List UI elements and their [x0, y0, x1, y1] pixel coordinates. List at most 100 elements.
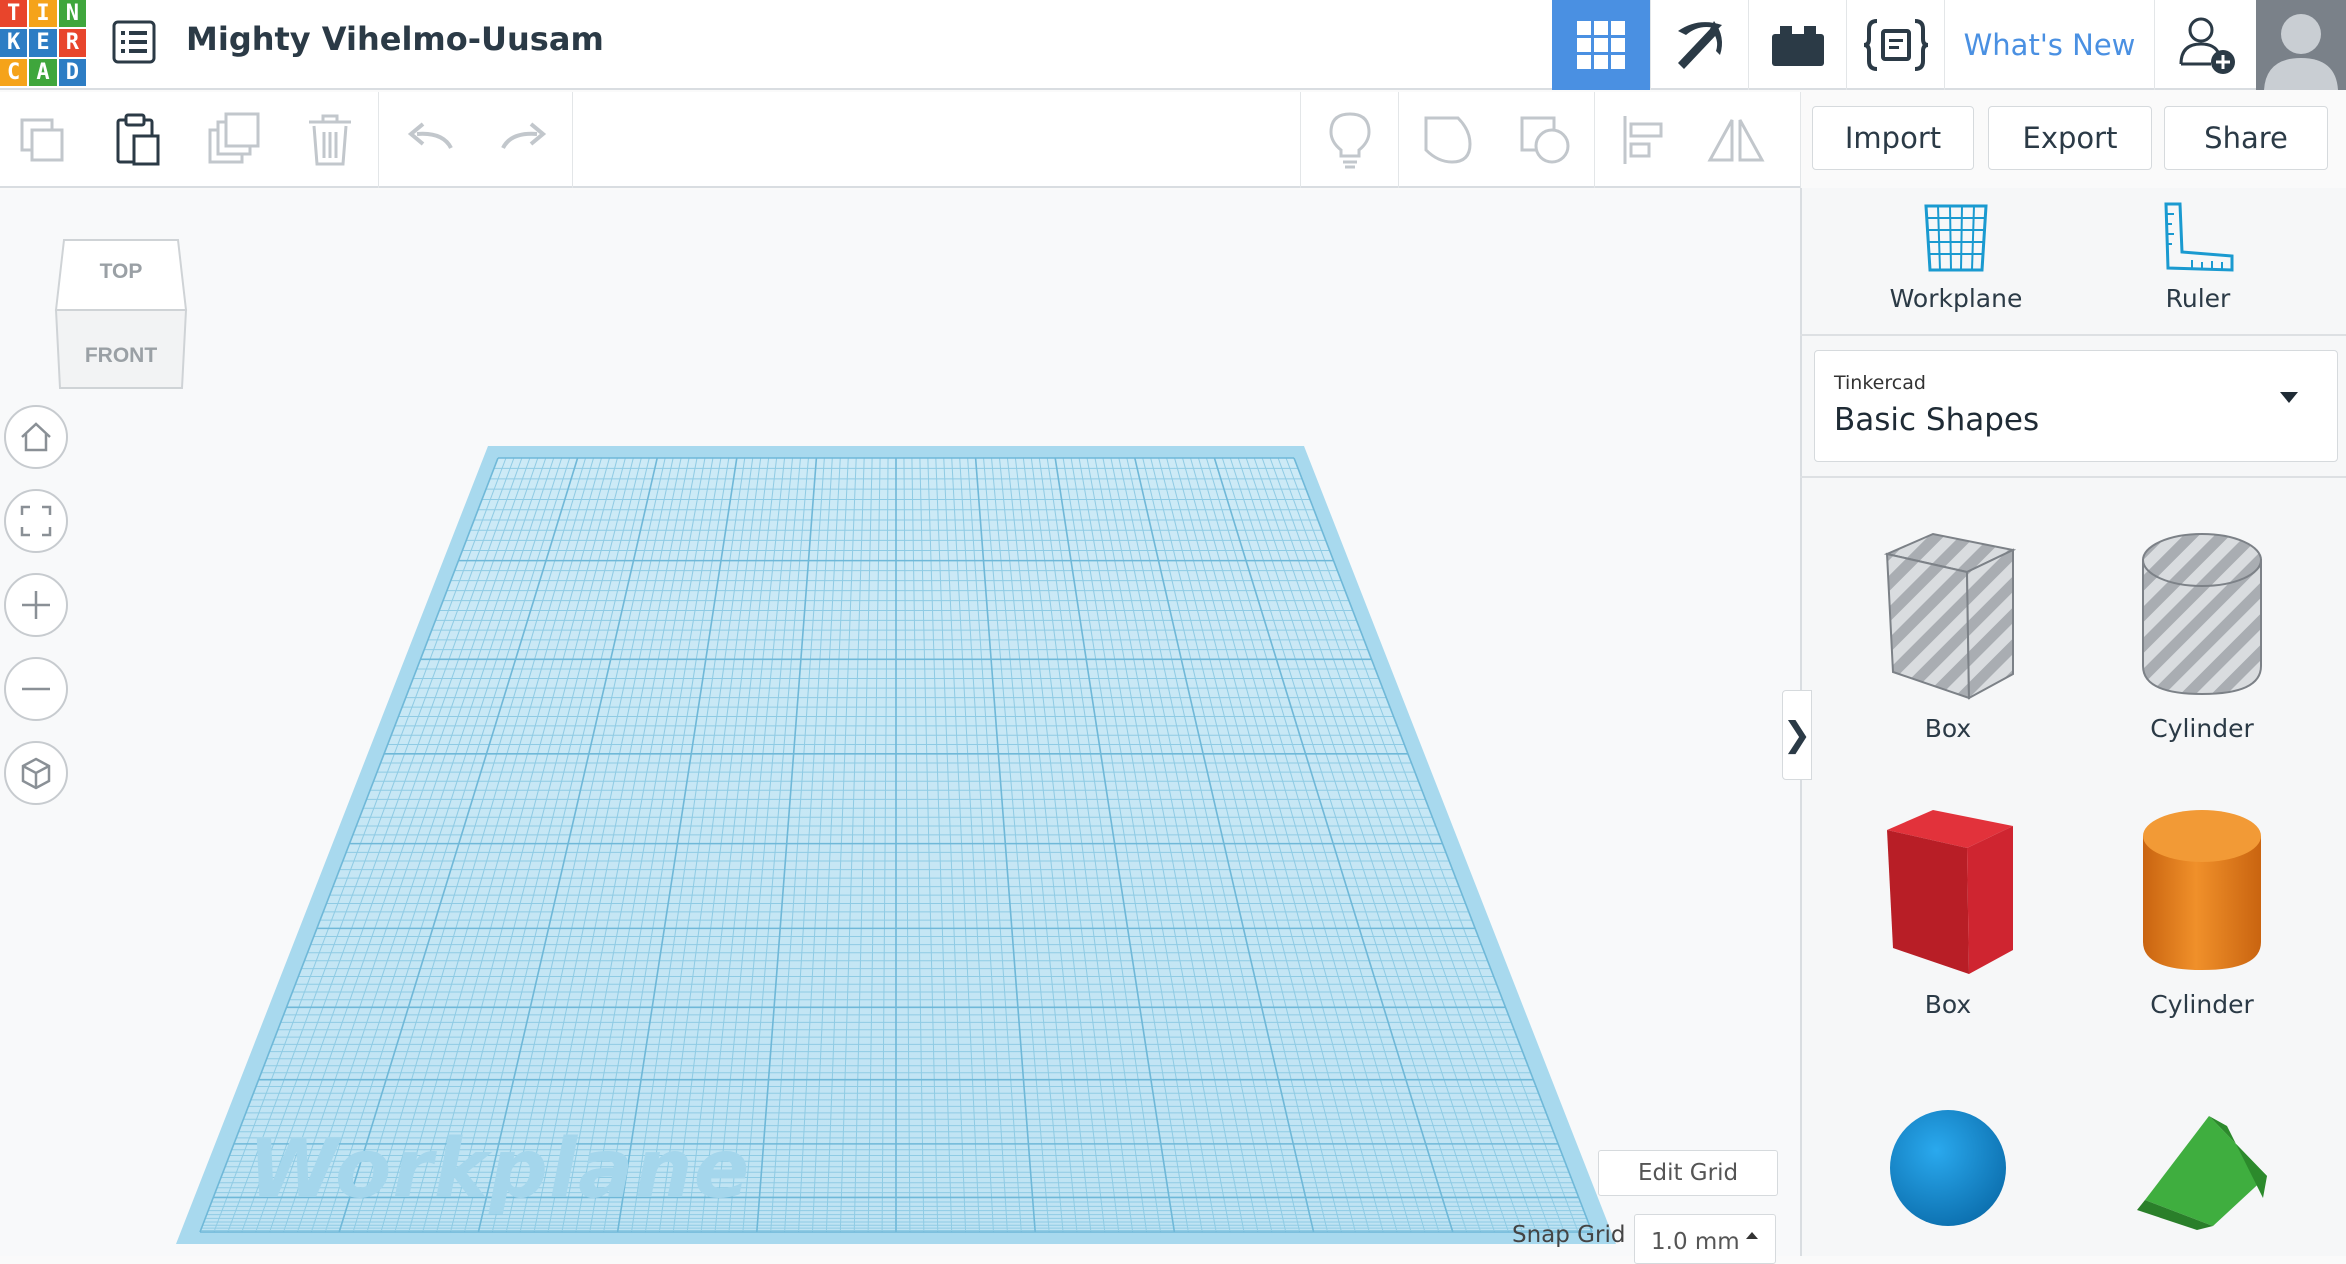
redo-icon [501, 122, 547, 150]
sphere-icon [1890, 1110, 2006, 1226]
undo-button[interactable] [400, 108, 460, 172]
workplane-icon [1924, 204, 1988, 272]
home-view-icon [21, 422, 51, 452]
fit-view-button[interactable] [4, 489, 68, 553]
shape-label: Cylinder [2150, 714, 2254, 743]
whats-new-link[interactable]: What's New [1944, 0, 2154, 90]
shape-roof[interactable] [2102, 1090, 2302, 1256]
logo-tile: N [58, 0, 86, 28]
3d-view-button[interactable] [1552, 0, 1650, 90]
toolbar-divider [1398, 92, 1399, 188]
chevron-down-icon[interactable] [2280, 392, 2298, 403]
export-button[interactable]: Export [1988, 106, 2152, 170]
notes-button[interactable] [1320, 108, 1380, 172]
delete-icon [309, 114, 351, 166]
hole-icon [1424, 116, 1472, 164]
align-icon [1623, 116, 1663, 164]
avatar[interactable] [2256, 0, 2346, 90]
paste-button[interactable] [106, 108, 166, 172]
zoom-out-icon [22, 687, 50, 691]
panel-divider [1800, 334, 2346, 336]
box-icon [1887, 810, 2013, 974]
chevron-right-icon: ❯ [1782, 715, 1812, 755]
roof-icon [2137, 1116, 2267, 1230]
import-button[interactable]: Import [1812, 106, 1974, 170]
codeblocks-button[interactable] [1846, 0, 1944, 90]
ortho-view-icon [21, 757, 51, 790]
zoom-in-icon [22, 591, 50, 619]
shape-box-hole[interactable]: Box [1848, 524, 2048, 754]
shape-label: Box [1924, 990, 1972, 1019]
bricks-button[interactable] [1748, 0, 1846, 90]
panel-divider [1800, 476, 2346, 478]
copy-icon [20, 118, 64, 162]
minecraft-button[interactable] [1650, 0, 1748, 90]
library-source-label: Tinkercad [1834, 372, 1926, 394]
user-add-icon [2179, 17, 2235, 74]
view-cube-top-label[interactable]: TOP [100, 260, 143, 283]
invite-user-button[interactable] [2154, 0, 2256, 90]
paste-icon [116, 113, 160, 166]
workplane-grid[interactable] [0, 190, 1800, 1256]
lightbulb-icon [1329, 112, 1371, 169]
user-avatar-icon [2256, 0, 2346, 90]
undo-icon [407, 122, 453, 150]
view-cube-front-label[interactable]: FRONT [85, 344, 157, 367]
toolbar-divider [572, 92, 573, 188]
logo-tile: T [0, 0, 28, 28]
copy-button[interactable] [12, 108, 72, 172]
codeblocks-icon [1863, 19, 1928, 71]
workplane-watermark: Workplane [248, 1122, 751, 1217]
edit-grid-button[interactable]: Edit Grid [1598, 1150, 1778, 1196]
ruler-tool-label: Ruler [2165, 284, 2231, 313]
snap-grid-select[interactable]: 1.0 mm [1634, 1214, 1776, 1264]
collapse-panel-button[interactable]: ❯ [1782, 690, 1812, 780]
logo-tile: D [58, 58, 86, 86]
hole-button[interactable] [1418, 108, 1478, 172]
shape-sphere[interactable] [1848, 1090, 2048, 1256]
share-button[interactable]: Share [2164, 106, 2328, 170]
logo-tile: R [58, 29, 86, 57]
pickaxe-icon [1677, 21, 1722, 69]
logo-tile: A [29, 58, 57, 86]
redo-button[interactable] [494, 108, 554, 172]
duplicate-button[interactable] [204, 108, 264, 172]
delete-button[interactable] [300, 108, 360, 172]
home-view-button[interactable] [4, 405, 68, 469]
cylinder-hole-icon [2142, 533, 2262, 696]
zoom-out-button[interactable] [4, 657, 68, 721]
toolbar-divider [378, 92, 379, 188]
shape-label: Box [1924, 714, 1972, 743]
logo-tile: C [0, 58, 28, 86]
duplicate-icon [208, 112, 260, 164]
shape-cylinder[interactable]: Cylinder [2102, 800, 2302, 1030]
view-cube[interactable]: TOP FRONT [50, 232, 190, 396]
shape-cylinder-hole[interactable]: Cylinder [2102, 524, 2302, 754]
logo-tile: K [0, 29, 28, 57]
ruler-tool[interactable]: Ruler [2098, 200, 2298, 340]
align-button[interactable] [1614, 108, 1674, 172]
box-hole-icon [1883, 532, 2017, 700]
tinkercad-logo[interactable]: TIN KER CAD [0, 0, 86, 86]
zoom-in-button[interactable] [4, 573, 68, 637]
mirror-button[interactable] [1706, 108, 1766, 172]
design-title[interactable]: Mighty Vihelmo-Uusam [186, 20, 604, 58]
workplane-tool-label: Workplane [1889, 284, 2023, 313]
snap-grid-caret-icon [1746, 1232, 1758, 1239]
grid-view-icon [1577, 21, 1625, 69]
snap-grid-label: Snap Grid [1512, 1222, 1626, 1248]
design-menu-button[interactable] [108, 16, 160, 68]
toolbar-divider [1594, 92, 1595, 188]
shape-box[interactable]: Box [1848, 800, 2048, 1030]
workplane-tool[interactable]: Workplane [1856, 200, 2056, 340]
logo-tile: E [29, 29, 57, 57]
ortho-view-button[interactable] [4, 741, 68, 805]
toolbar-divider [1800, 92, 1801, 188]
cylinder-icon [2143, 810, 2261, 970]
mirror-icon [1707, 119, 1765, 162]
library-name[interactable]: Basic Shapes [1834, 402, 2039, 438]
shape-label: Cylinder [2150, 990, 2254, 1019]
bricks-icon [1771, 26, 1824, 66]
solid-icon [1520, 116, 1570, 164]
solid-button[interactable] [1516, 108, 1576, 172]
